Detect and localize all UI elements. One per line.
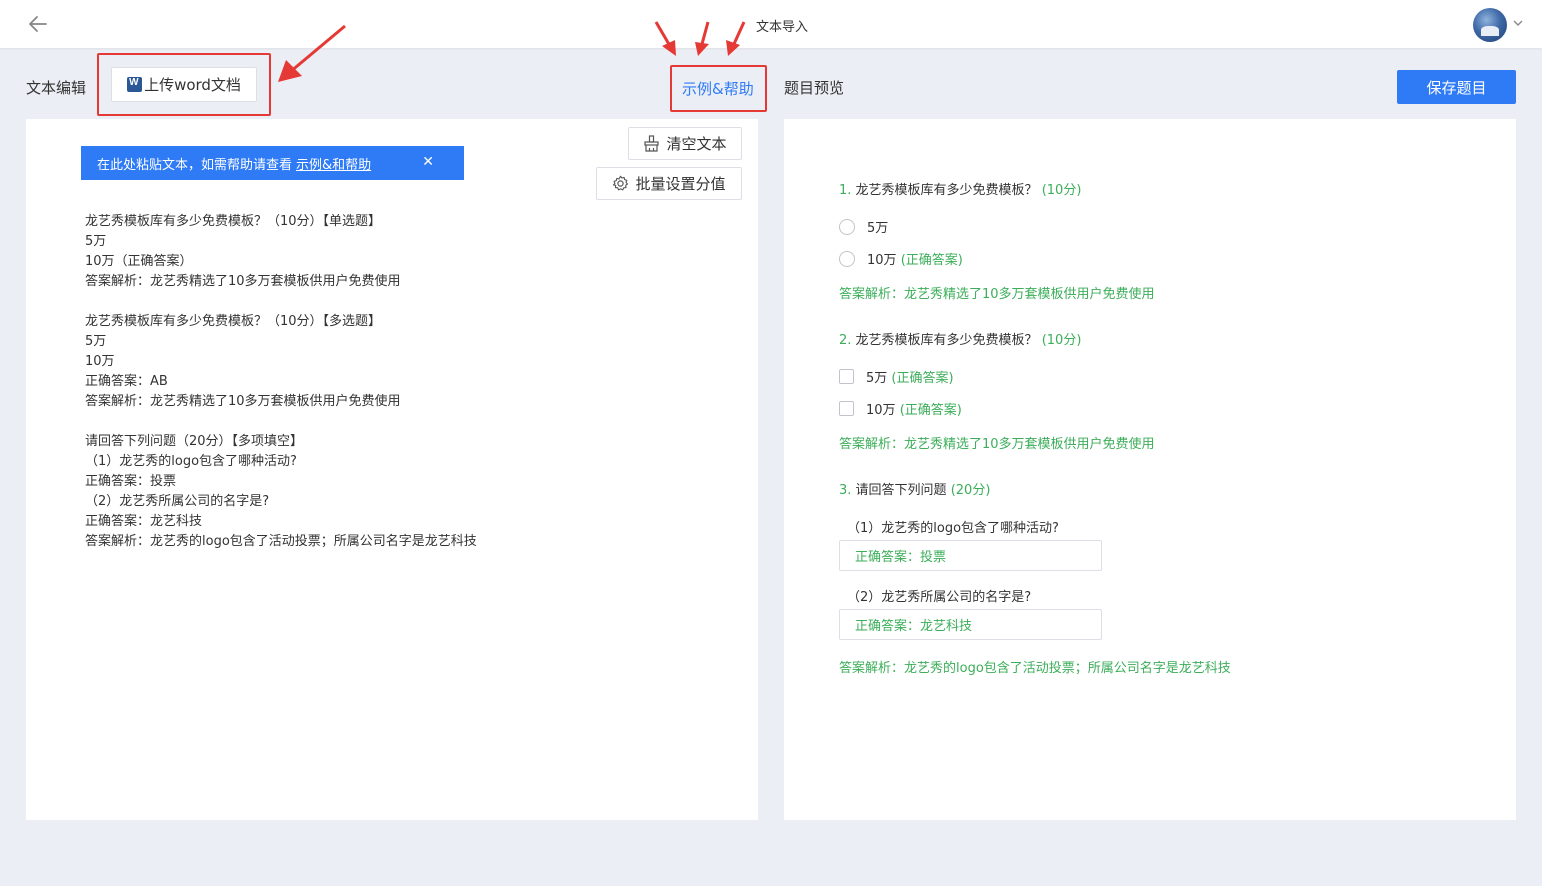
broom-icon — [644, 135, 660, 152]
page-title: 文本导入 — [755, 20, 808, 35]
question-2-title: 2. 龙艺秀模板库有多少免费模板？ (10分) — [839, 329, 1081, 348]
checkbox[interactable] — [839, 369, 854, 384]
question-number: 2. — [839, 333, 852, 348]
text-edit-label: 文本编辑 — [26, 79, 87, 97]
text-editor-panel: 在此处粘贴文本，如需帮助请查看 示例&和帮助 ✕ 清空文本 批量设置分值 龙艺秀… — [26, 119, 758, 820]
radio-button[interactable] — [839, 250, 855, 267]
save-button[interactable]: 保存题目 — [1397, 70, 1516, 104]
word-doc-icon — [127, 77, 143, 92]
clear-text-button[interactable]: 清空文本 — [628, 127, 742, 160]
editor-line: 10万 — [85, 354, 115, 369]
question-number: 1. — [839, 183, 852, 198]
upload-word-button[interactable]: 上传word文档 — [111, 67, 257, 102]
batch-score-label: 批量设置分值 — [635, 175, 726, 193]
clear-text-label: 清空文本 — [666, 135, 727, 153]
editor-line: 答案解析：龙艺秀精选了10多万套模板供用户免费使用 — [85, 274, 401, 289]
editor-line: 5万 — [85, 234, 107, 249]
editor-line: 龙艺秀模板库有多少免费模板？（10分）【多选题】 — [85, 314, 382, 329]
question-3-title: 3. 请回答下列问题 (20分) — [839, 479, 990, 498]
editor-line: 答案解析：龙艺秀精选了10多万套模板供用户免费使用 — [85, 394, 401, 409]
q3-sub-question-1: （1）龙艺秀的logo包含了哪种活动? — [847, 521, 1059, 536]
avatar[interactable] — [1473, 8, 1507, 42]
editor-line: 正确答案：投票 — [85, 474, 177, 489]
q3-sub-question-2: （2）龙艺秀所属公司的名字是? — [847, 590, 1032, 605]
q2-option-a[interactable]: 5万 (正确答案) — [839, 367, 954, 386]
q3-analysis: 答案解析：龙艺秀的logo包含了活动投票；所属公司名字是龙艺科技 — [839, 661, 1231, 676]
preview-label: 题目预览 — [784, 79, 845, 97]
batch-score-button[interactable]: 批量设置分值 — [596, 167, 742, 200]
question-score: (10分) — [1041, 333, 1082, 348]
question-score: (10分) — [1041, 183, 1082, 198]
option-label: 10万 — [867, 253, 897, 268]
q2-option-b[interactable]: 10万 (正确答案) — [839, 399, 962, 418]
correct-tag: (正确答案) — [891, 371, 954, 386]
q1-analysis: 答案解析：龙艺秀精选了10多万套模板供用户免费使用 — [839, 287, 1155, 302]
editor-line: 5万 — [85, 334, 107, 349]
q1-option-a[interactable]: 5万 — [839, 217, 888, 236]
question-text: 龙艺秀模板库有多少免费模板？ — [855, 333, 1038, 348]
correct-tag: (正确答案) — [900, 253, 963, 268]
upload-word-label: 上传word文档 — [144, 76, 241, 94]
editor-line: 龙艺秀模板库有多少免费模板？（10分）【单选题】 — [85, 214, 382, 229]
editor-line: 请回答下列问题（20分）【多项填空】 — [85, 434, 304, 449]
close-icon[interactable]: ✕ — [422, 154, 434, 170]
option-label: 5万 — [867, 221, 889, 236]
option-label: 5万 — [866, 371, 888, 386]
q3-answer-field-2[interactable]: 正确答案：龙艺科技 — [839, 609, 1102, 640]
editor-line: （1）龙艺秀的logo包含了哪种活动? — [85, 454, 297, 469]
question-text: 龙艺秀模板库有多少免费模板？ — [855, 183, 1038, 198]
editor-textarea[interactable]: 龙艺秀模板库有多少免费模板？（10分）【单选题】 5万 10万（正确答案） 答案… — [85, 212, 725, 552]
checkbox[interactable] — [839, 401, 854, 416]
paste-tip-bar: 在此处粘贴文本，如需帮助请查看 示例&和帮助 ✕ — [81, 146, 464, 180]
top-bar: 文本导入 — [0, 0, 1542, 48]
question-score: (20分) — [950, 483, 991, 498]
tip-text: 在此处粘贴文本，如需帮助请查看 — [97, 157, 293, 173]
question-text: 请回答下列问题 — [855, 483, 947, 498]
preview-panel: 1. 龙艺秀模板库有多少免费模板？ (10分) 5万 10万 (正确答案) 答案… — [784, 119, 1516, 820]
editor-line: 10万（正确答案） — [85, 254, 193, 269]
tip-help-link[interactable]: 示例&和帮助 — [296, 154, 371, 173]
help-link[interactable]: 示例&帮助 — [682, 78, 754, 99]
question-number: 3. — [839, 483, 852, 498]
editor-line: 正确答案：AB — [85, 374, 168, 389]
editor-line: 正确答案：龙艺科技 — [85, 514, 203, 529]
editor-line: （2）龙艺秀所属公司的名字是? — [85, 494, 270, 509]
gear-icon — [613, 175, 629, 191]
question-1-title: 1. 龙艺秀模板库有多少免费模板？ (10分) — [839, 179, 1081, 198]
radio-button[interactable] — [839, 218, 855, 235]
q2-analysis: 答案解析：龙艺秀精选了10多万套模板供用户免费使用 — [839, 437, 1155, 452]
q1-option-b[interactable]: 10万 (正确答案) — [839, 249, 963, 268]
q3-answer-field-1[interactable]: 正确答案：投票 — [839, 540, 1102, 571]
option-label: 10万 — [866, 403, 896, 418]
editor-line: 答案解析：龙艺秀的logo包含了活动投票；所属公司名字是龙艺科技 — [85, 534, 477, 549]
chevron-down-icon[interactable] — [1512, 18, 1524, 28]
correct-tag: (正确答案) — [899, 403, 962, 418]
